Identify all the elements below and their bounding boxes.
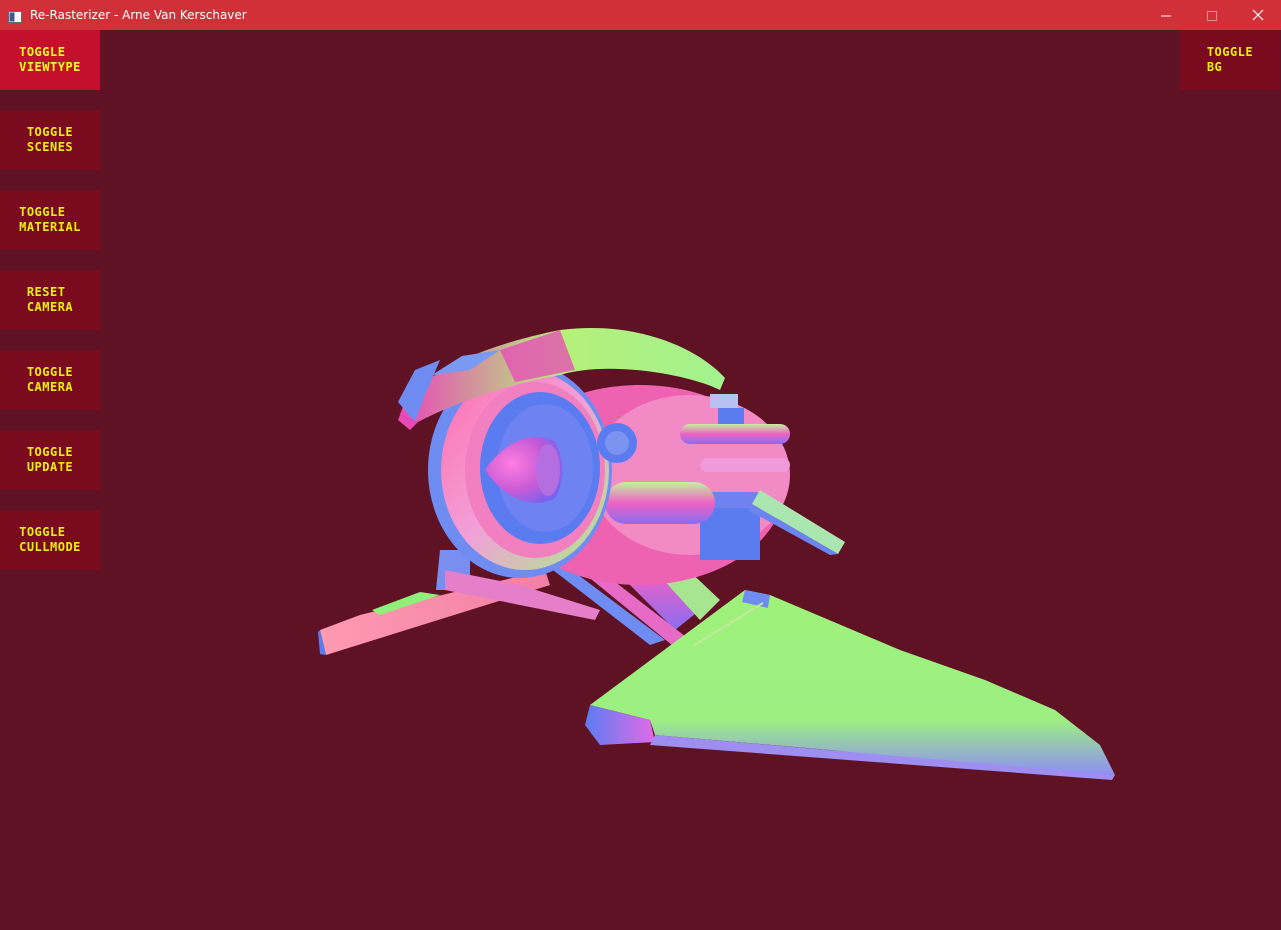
reset-camera-button[interactable]: RESET CAMERA bbox=[0, 270, 100, 330]
toggle-camera-label: TOGGLE CAMERA bbox=[26, 365, 74, 394]
toggle-material-button[interactable]: TOGGLE MATERIAL bbox=[0, 190, 100, 250]
minimize-icon bbox=[1161, 6, 1171, 25]
spaceship-model[interactable] bbox=[0, 30, 1281, 930]
toggle-camera-button[interactable]: TOGGLE CAMERA bbox=[0, 350, 100, 410]
toggle-update-label: TOGGLE UPDATE bbox=[26, 445, 74, 474]
toggle-bg-button[interactable]: TOGGLE BG bbox=[1180, 30, 1280, 90]
maximize-icon bbox=[1207, 6, 1217, 25]
title-bar: Re-Rasterizer - Arne Van Kerschaver bbox=[0, 0, 1281, 30]
toggle-material-label: TOGGLE MATERIAL bbox=[19, 205, 81, 234]
toggle-cullmode-button[interactable]: TOGGLE CULLMODE bbox=[0, 510, 100, 570]
close-button[interactable] bbox=[1235, 0, 1281, 30]
maximize-button[interactable] bbox=[1189, 0, 1235, 30]
close-icon bbox=[1252, 6, 1264, 25]
toggle-update-button[interactable]: TOGGLE UPDATE bbox=[0, 430, 100, 490]
toggle-viewtype-button[interactable]: TOGGLE VIEWTYPE bbox=[0, 30, 100, 90]
minimize-button[interactable] bbox=[1143, 0, 1189, 30]
toggle-cullmode-label: TOGGLE CULLMODE bbox=[19, 525, 81, 554]
render-viewport[interactable]: TOGGLE VIEWTYPE TOGGLE SCENES TOGGLE MAT… bbox=[0, 30, 1281, 930]
app-window-icon bbox=[8, 8, 22, 23]
toggle-scenes-label: TOGGLE SCENES bbox=[26, 125, 74, 154]
window-title: Re-Rasterizer - Arne Van Kerschaver bbox=[30, 8, 247, 22]
toggle-viewtype-label: TOGGLE VIEWTYPE bbox=[19, 45, 81, 74]
reset-camera-label: RESET CAMERA bbox=[26, 285, 74, 314]
toggle-bg-label: TOGGLE BG bbox=[1206, 45, 1254, 74]
toggle-scenes-button[interactable]: TOGGLE SCENES bbox=[0, 110, 100, 170]
